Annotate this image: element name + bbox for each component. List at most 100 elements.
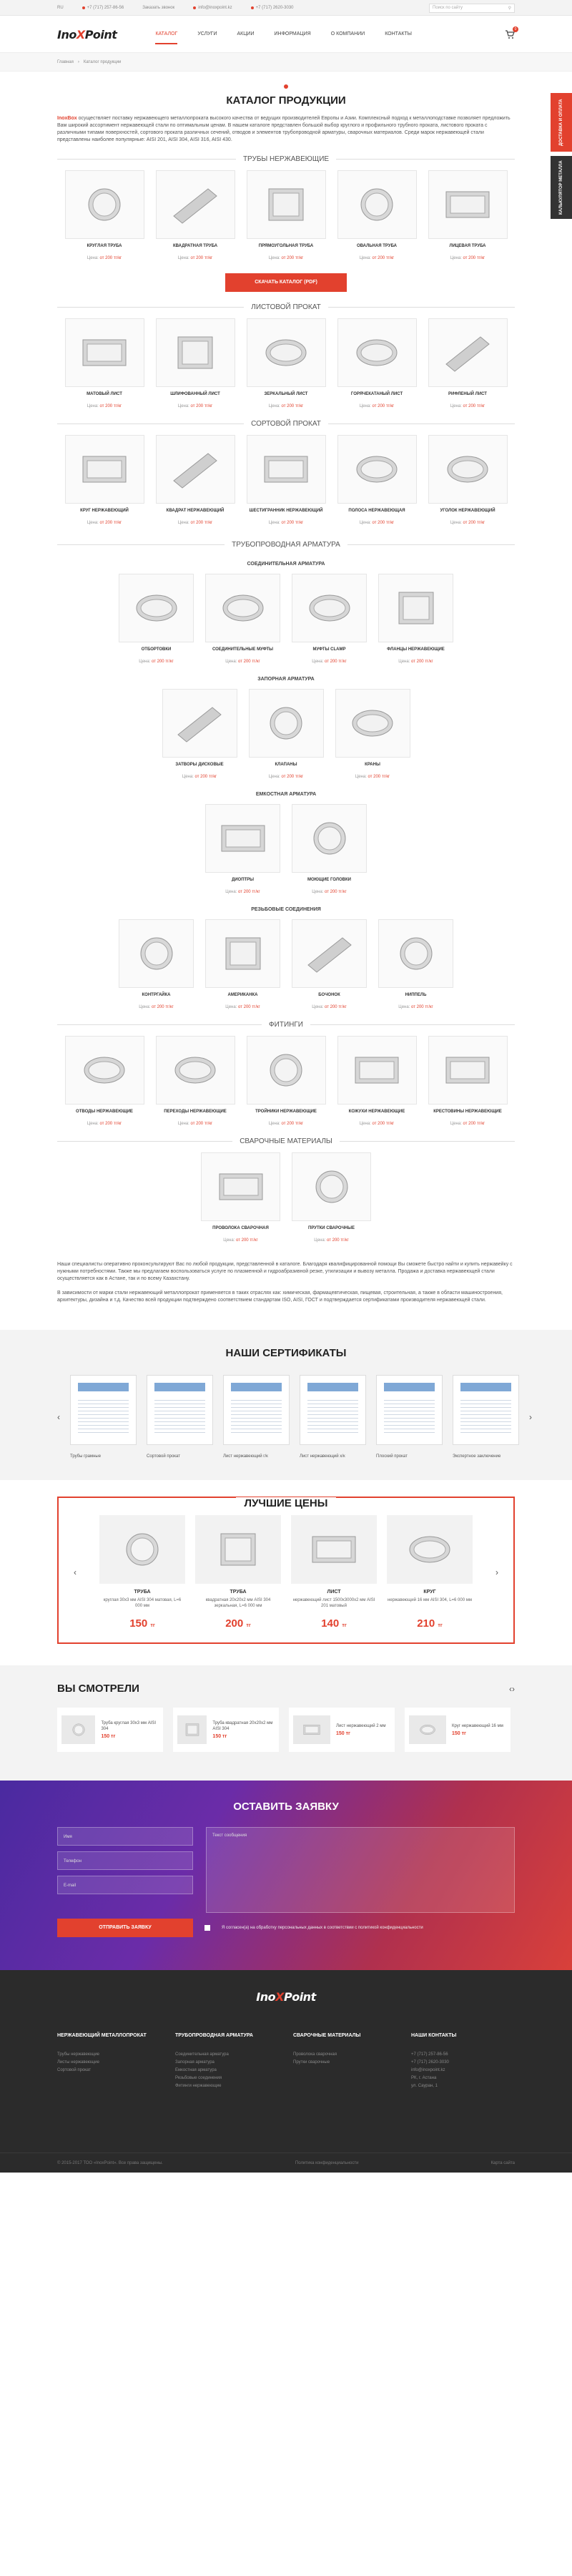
viewed-item[interactable]: Лист нержавеющий 2 мм 150 тг: [289, 1708, 395, 1752]
download-catalog-button[interactable]: Скачать каталог (PDF): [225, 273, 347, 292]
certificate-image[interactable]: [300, 1375, 366, 1445]
best-price-card[interactable]: Труба круглая 30x3 мм AISI 304 матовая, L…: [99, 1515, 185, 1630]
product-card[interactable]: Овальная труба Цена: от 200 тг/кг: [337, 170, 417, 260]
product-name[interactable]: Фланцы нержавеющие: [378, 647, 453, 658]
product-image[interactable]: [65, 318, 144, 387]
certificate-image[interactable]: [147, 1375, 213, 1445]
viewed-item[interactable]: Круг нержавеющий 16 мм 150 тг: [405, 1708, 511, 1752]
product-image[interactable]: [291, 1515, 377, 1584]
product-image[interactable]: [378, 919, 453, 988]
product-card[interactable]: Шестигранник нержавеющий Цена: от 200 тг/…: [247, 435, 326, 525]
next-arrow-icon[interactable]: ›: [529, 1412, 532, 1422]
product-name[interactable]: Матовый лист: [65, 391, 144, 403]
product-image[interactable]: [119, 919, 194, 988]
product-name[interactable]: Соединительные муфты: [205, 647, 280, 658]
product-card[interactable]: Диоптры Цена: от 200 тг/кг: [205, 804, 280, 894]
product-name[interactable]: Горячекатаный лист: [337, 391, 417, 403]
product-image[interactable]: [249, 689, 324, 758]
logo[interactable]: InoXPoint: [57, 28, 117, 41]
footer-column-title[interactable]: Сварочные материалы: [293, 2032, 390, 2045]
product-image[interactable]: [378, 574, 453, 642]
product-card[interactable]: Клапаны Цена: от 200 тг/кг: [249, 689, 324, 779]
submit-request-button[interactable]: Отправить заявку: [57, 1919, 193, 1937]
product-image[interactable]: [247, 170, 326, 239]
product-image[interactable]: [61, 1715, 95, 1744]
product-name[interactable]: Полоса нержавеющая: [337, 508, 417, 519]
footer-column-title[interactable]: Нержавеющий металлопрокат: [57, 2032, 154, 2045]
product-image[interactable]: [119, 574, 194, 642]
product-card[interactable]: Ниппель Цена: от 200 тг/кг: [378, 919, 453, 1009]
best-price-card[interactable]: Лист нержавеющий лист 1500x3000x2 мм AISI…: [291, 1515, 377, 1630]
name-field[interactable]: Имя: [57, 1827, 193, 1846]
phone-field[interactable]: Телефон: [57, 1851, 193, 1870]
product-image[interactable]: [428, 170, 508, 239]
product-name[interactable]: Отводы нержавеющие: [65, 1109, 144, 1120]
product-name[interactable]: Овальная труба: [337, 243, 417, 255]
side-tab-calculator[interactable]: Калькулятор металла: [551, 156, 572, 219]
product-image[interactable]: [337, 1036, 417, 1105]
footer-link[interactable]: Резьбовые соединения: [175, 2075, 272, 2082]
callback-link[interactable]: Заказать звонок: [142, 6, 174, 10]
certificate-card[interactable]: Экспертное заключение: [453, 1375, 519, 1459]
product-card[interactable]: Затворы дисковые Цена: от 200 тг/кг: [162, 689, 237, 779]
product-card[interactable]: Отбортовки Цена: от 200 тг/кг: [119, 574, 194, 664]
footer-link[interactable]: Листы нержавеющие: [57, 2059, 154, 2067]
product-name[interactable]: Рифленый лист: [428, 391, 508, 403]
certificate-card[interactable]: Сортовой прокат: [147, 1375, 213, 1459]
product-image[interactable]: [201, 1152, 280, 1221]
product-image[interactable]: [65, 435, 144, 504]
nav-item-services[interactable]: Услуги: [187, 16, 227, 53]
nav-item-contacts[interactable]: Контакты: [375, 16, 422, 53]
search-icon[interactable]: ⚲: [508, 6, 511, 11]
nav-item-promotions[interactable]: Акции: [227, 16, 264, 53]
product-card[interactable]: Полоса нержавеющая Цена: от 200 тг/кг: [337, 435, 417, 525]
phone-contact[interactable]: +7 (717) 257-86-56: [82, 6, 124, 10]
product-card[interactable]: Горячекатаный лист Цена: от 200 тг/кг: [337, 318, 417, 408]
product-name[interactable]: Контргайка: [119, 992, 194, 1004]
product-image[interactable]: [205, 574, 280, 642]
product-image[interactable]: [65, 170, 144, 239]
product-card[interactable]: Рифленый лист Цена: от 200 тг/кг: [428, 318, 508, 408]
product-card[interactable]: Круглая труба Цена: от 200 тг/кг: [65, 170, 144, 260]
product-image[interactable]: [195, 1515, 281, 1584]
product-name[interactable]: Круг: [387, 1590, 473, 1595]
footer-link[interactable]: +7 (717) 2620-3030: [411, 2059, 508, 2067]
message-textarea[interactable]: Текст сообщения: [206, 1827, 515, 1913]
product-image[interactable]: [156, 170, 235, 239]
product-name[interactable]: Крестовины нержавеющие: [428, 1109, 508, 1120]
product-name[interactable]: Бочонок: [292, 992, 367, 1004]
product-name[interactable]: Круглая труба: [65, 243, 144, 255]
certificate-image[interactable]: [376, 1375, 443, 1445]
product-image[interactable]: [247, 318, 326, 387]
certificate-card[interactable]: Лист нержавеющий х/к: [300, 1375, 366, 1459]
nav-item-about[interactable]: О компании: [321, 16, 375, 53]
product-card[interactable]: Тройники нержавеющие Цена: от 200 тг/кг: [247, 1036, 326, 1126]
product-name[interactable]: Труба круглая 30x3 мм AISI 304: [101, 1720, 159, 1732]
product-card[interactable]: Американка Цена: от 200 тг/кг: [205, 919, 280, 1009]
product-name[interactable]: Проволока сварочная: [201, 1225, 280, 1237]
product-image[interactable]: [428, 1036, 508, 1105]
certificate-card[interactable]: Плоский прокат: [376, 1375, 443, 1459]
phone-contact-2[interactable]: +7 (717) 2620-3030: [251, 6, 294, 10]
product-image[interactable]: [409, 1715, 446, 1744]
prev-arrow-icon[interactable]: ‹: [57, 1412, 60, 1422]
product-card[interactable]: Кожухи нержавеющие Цена: от 200 тг/кг: [337, 1036, 417, 1126]
viewed-item[interactable]: Труба квадратная 20x20x2 мм AISI 304 150 …: [173, 1708, 279, 1752]
product-card[interactable]: Контргайка Цена: от 200 тг/кг: [119, 919, 194, 1009]
product-card[interactable]: Фланцы нержавеющие Цена: от 200 тг/кг: [378, 574, 453, 664]
product-card[interactable]: Переходы нержавеющие Цена: от 200 тг/кг: [156, 1036, 235, 1126]
product-image[interactable]: [247, 435, 326, 504]
footer-link[interactable]: РК, г. Астана: [411, 2075, 508, 2082]
footer-link[interactable]: Емкостная арматура: [175, 2067, 272, 2075]
certificate-image[interactable]: [223, 1375, 290, 1445]
product-card[interactable]: Квадрат нержавеющий Цена: от 200 тг/кг: [156, 435, 235, 525]
certificate-image[interactable]: [70, 1375, 137, 1445]
footer-link[interactable]: Соединительная арматура: [175, 2051, 272, 2059]
footer-link[interactable]: ул. Сауран, 1: [411, 2082, 508, 2090]
product-image[interactable]: [99, 1515, 185, 1584]
product-image[interactable]: [205, 919, 280, 988]
language-switch[interactable]: RU: [57, 6, 64, 10]
product-card[interactable]: Уголок нержавеющий Цена: от 200 тг/кг: [428, 435, 508, 525]
side-tab-delivery[interactable]: Доставка и оплата: [551, 93, 572, 152]
product-card[interactable]: Зеркальный лист Цена: от 200 тг/кг: [247, 318, 326, 408]
